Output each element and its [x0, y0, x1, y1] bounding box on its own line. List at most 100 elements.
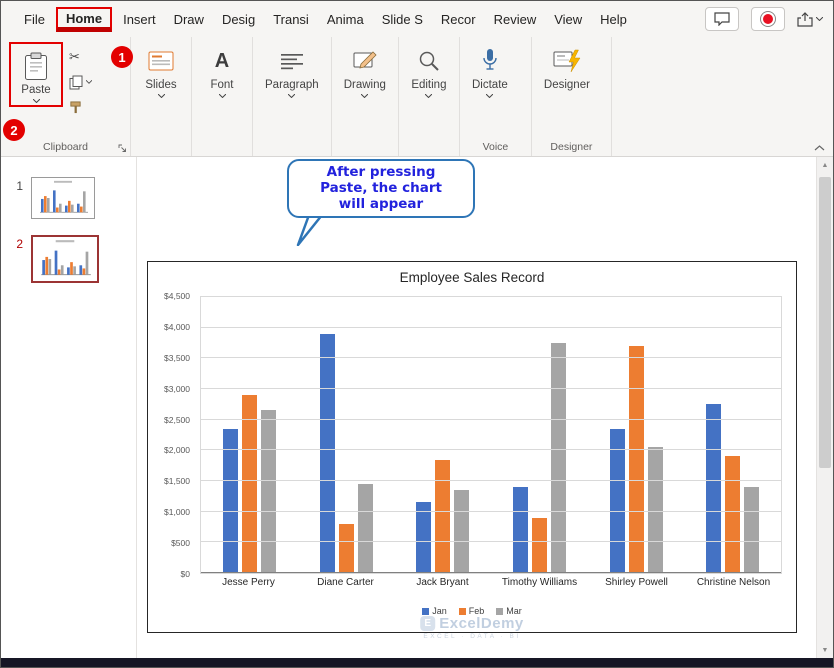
y-axis-label: $1,500: [164, 476, 190, 487]
designer-group: Designer Designer: [532, 37, 612, 156]
tab-file[interactable]: File: [15, 6, 54, 33]
callout-bubble[interactable]: After pressing Paste, the chart will app…: [287, 159, 475, 218]
gridline: [201, 572, 781, 573]
slide-thumbnail-1[interactable]: 1: [11, 177, 136, 219]
tab-help[interactable]: Help: [591, 6, 636, 33]
format-painter-button[interactable]: [69, 99, 92, 115]
paragraph-group: Paragraph: [253, 37, 332, 156]
font-icon: A: [214, 50, 230, 72]
copy-button[interactable]: [69, 74, 92, 90]
paragraph-label: Paragraph: [265, 79, 319, 91]
drawing-label: Drawing: [343, 79, 386, 91]
y-axis-label: $3,500: [164, 352, 190, 363]
cut-button[interactable]: ✂: [69, 49, 92, 65]
bar-feb: [435, 459, 451, 573]
gridline: [201, 541, 781, 543]
editing-group: Editing: [399, 37, 460, 156]
bottom-edge-bar: [1, 658, 833, 667]
annotation-step-2: 2: [3, 119, 25, 141]
bar-group: [491, 297, 588, 573]
bars-wrap: [201, 297, 781, 573]
drawing-button[interactable]: Drawing: [336, 39, 394, 100]
designer-icon: [553, 46, 581, 76]
x-axis-label: Jack Bryant: [416, 577, 469, 588]
paste-button[interactable]: Paste: [11, 44, 61, 105]
chart-title: Employee Sales Record: [399, 270, 545, 285]
bar-group: [588, 297, 685, 573]
watermark-brand: ExcelDemy: [439, 615, 524, 632]
bar-jan: [416, 502, 432, 573]
slide-1-number: 1: [16, 179, 23, 193]
chevron-down-icon: [32, 99, 40, 103]
tab-view[interactable]: View: [545, 6, 591, 33]
bar-feb: [531, 517, 547, 573]
chevron-down-icon: [86, 80, 92, 84]
share-button[interactable]: [797, 11, 823, 27]
tab-record[interactable]: Recor: [432, 6, 485, 33]
slide-2-number: 2: [16, 237, 23, 251]
record-button[interactable]: [751, 7, 785, 31]
y-axis: $0 $500 $1,000 $1,500 $2,000 $2,500 $3,000 $3,5…: [148, 291, 196, 579]
font-button[interactable]: A Font: [196, 39, 248, 100]
slide-thumbnail-2[interactable]: 2: [11, 235, 136, 283]
gridline: [201, 326, 781, 328]
font-label: Font: [210, 79, 234, 91]
clipboard-small-buttons: ✂: [63, 39, 98, 115]
copy-icon: [69, 75, 83, 90]
collapse-ribbon-button[interactable]: [814, 145, 825, 151]
x-axis: Jesse Perry Diane Carter Jack Bryant Timoth…: [200, 577, 782, 588]
menubar-right-icons: [705, 7, 833, 31]
tab-design[interactable]: Desig: [213, 6, 264, 33]
callout-line-3: will appear: [338, 196, 424, 213]
y-axis-label: $1,000: [164, 507, 190, 518]
x-axis-label: Christine Nelson: [696, 577, 771, 588]
y-axis-label: $2,000: [164, 445, 190, 456]
sales-chart[interactable]: Employee Sales Record $0 $500 $1,000 $1,500…: [147, 261, 797, 640]
voice-group-label: Voice: [482, 141, 509, 153]
chevron-down-icon: [157, 94, 165, 98]
clipboard-dialog-launcher-icon[interactable]: [118, 144, 127, 153]
comment-icon: [714, 12, 730, 26]
tab-animations[interactable]: Anima: [318, 6, 373, 33]
scroll-up-button[interactable]: ▲: [817, 157, 833, 173]
callout-tail: [296, 214, 323, 246]
slide-editing-area: After pressing Paste, the chart will app…: [137, 157, 816, 658]
slide-2-thumbnail[interactable]: [31, 235, 99, 283]
legend-item: Jan: [422, 606, 447, 616]
paragraph-button[interactable]: Paragraph: [257, 39, 327, 100]
gridline: [201, 449, 781, 451]
callout-line-1: After pressing: [326, 164, 436, 180]
x-axis-label: Diane Carter: [317, 577, 374, 588]
y-axis-label: $4,000: [164, 321, 190, 332]
tab-home[interactable]: Home: [55, 6, 113, 32]
bar-jan: [609, 428, 625, 573]
slides-button[interactable]: Slides: [135, 39, 187, 100]
bar-feb: [241, 395, 257, 573]
scrollbar-thumb[interactable]: [819, 177, 831, 468]
tab-review[interactable]: Review: [485, 6, 546, 33]
scrollbar-track[interactable]: [817, 173, 833, 642]
clipboard-group-label: Clipboard: [43, 141, 88, 153]
comments-button[interactable]: [705, 7, 739, 31]
chart-legend: Jan Feb Mar: [148, 606, 796, 616]
y-axis-label: $4,500: [164, 291, 190, 301]
slides-group: Slides: [131, 37, 192, 156]
dictate-button[interactable]: Dictate: [464, 39, 516, 100]
tab-transitions[interactable]: Transi: [264, 6, 318, 33]
slide-1-thumbnail[interactable]: [31, 177, 95, 219]
workspace: 1 2 After pressing Paste, the chart will…: [1, 157, 833, 658]
vertical-scrollbar[interactable]: ▲ ▼: [816, 157, 833, 658]
bar-jan: [222, 428, 238, 573]
slides-icon: [148, 46, 174, 76]
tab-draw[interactable]: Draw: [165, 6, 213, 33]
tab-slideshow[interactable]: Slide S: [373, 6, 432, 33]
scroll-down-button[interactable]: ▼: [817, 642, 833, 658]
format-painter-icon: [69, 100, 82, 114]
tab-insert[interactable]: Insert: [114, 6, 165, 33]
paste-annotation-box: Paste: [9, 42, 63, 107]
bar-group: [394, 297, 491, 573]
bar-feb: [725, 456, 741, 573]
editing-button[interactable]: Editing: [403, 39, 455, 100]
voice-group: Dictate Voice: [460, 37, 532, 156]
designer-button[interactable]: Designer: [536, 39, 598, 93]
